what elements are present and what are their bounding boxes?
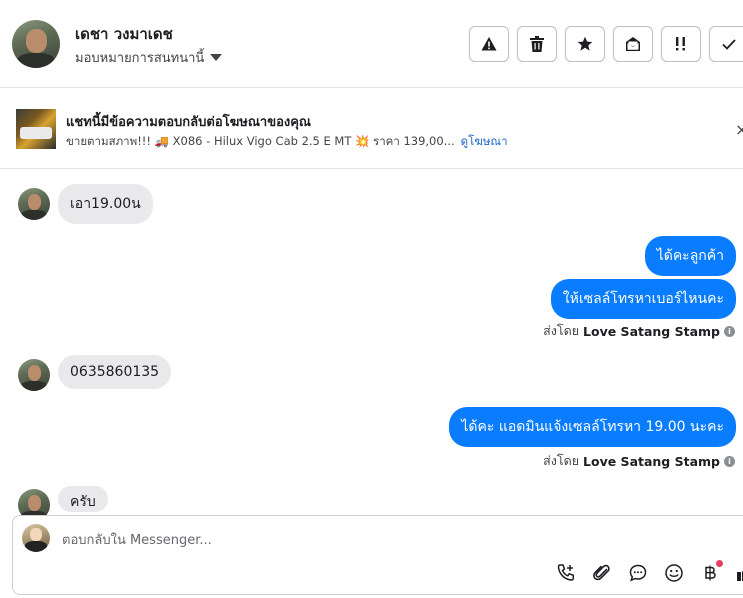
sender-name: Love Satang Stamp (583, 453, 720, 469)
contact-avatar[interactable] (12, 20, 60, 68)
incoming-message[interactable]: เอา19.00น (58, 184, 153, 224)
mail-open-icon (626, 37, 640, 51)
mark-unread-button[interactable] (613, 26, 653, 62)
paperclip-icon (593, 564, 610, 581)
phone-plus-icon (557, 564, 575, 581)
page-avatar (22, 524, 50, 552)
report-button[interactable] (469, 26, 509, 62)
incoming-message[interactable]: 0635860135 (58, 355, 172, 389)
chat-bubble-icon (629, 564, 647, 582)
payment-button[interactable] (698, 560, 723, 585)
ad-banner-title: แชทนี้มีข้อความตอบกลับต่อโฆษณาของคุณ (66, 115, 311, 130)
mark-done-button[interactable] (709, 26, 743, 62)
emoji-icon (665, 564, 683, 582)
sent-by-label: ส่งโดย Love Satang Stamp i (543, 451, 735, 471)
view-ad-link[interactable]: ดูโฆษณา (461, 134, 508, 148)
outgoing-message[interactable]: ได้คะลูกค้า (644, 236, 736, 276)
contact-avatar[interactable] (18, 359, 50, 391)
call-button[interactable] (554, 561, 578, 585)
ad-summary: ขายตามสภาพ!!! 🚚 X086 - Hilux Vigo Cab 2.… (66, 134, 455, 148)
star-button[interactable] (565, 26, 605, 62)
reply-input[interactable] (62, 530, 662, 550)
reply-composer (12, 515, 743, 595)
ad-summary-line: ขายตามสภาพ!!! 🚚 X086 - Hilux Vigo Cab 2.… (66, 133, 508, 151)
attach-button[interactable] (590, 561, 614, 585)
conversation-actions (469, 26, 743, 62)
incoming-message[interactable]: ครับ (58, 486, 108, 512)
trash-icon (530, 36, 544, 52)
notification-dot (716, 560, 723, 567)
priority-icon (676, 37, 685, 51)
priority-button[interactable] (661, 26, 701, 62)
saved-replies-button[interactable] (626, 561, 650, 585)
sender-name: Love Satang Stamp (583, 323, 720, 339)
thumbs-up-icon (737, 570, 743, 581)
like-button[interactable] (733, 561, 743, 585)
warning-icon (481, 37, 497, 51)
outgoing-message[interactable]: ได้คะ แอดมินแจ้งเซลล์โทรหา 19.00 นะคะ (449, 407, 736, 447)
caret-down-icon (210, 54, 223, 61)
sent-by-label: ส่งโดย Love Satang Stamp i (543, 321, 735, 341)
close-icon[interactable]: × (735, 120, 743, 139)
contact-avatar[interactable] (18, 188, 50, 220)
contact-name[interactable]: เดชา วงมาเดช (75, 22, 173, 46)
info-icon[interactable]: i (724, 455, 735, 467)
delete-button[interactable] (517, 26, 557, 62)
star-icon (577, 36, 593, 51)
assign-conversation-dropdown[interactable]: มอบหมายการสนทนานี้ (75, 47, 223, 68)
ad-thumbnail[interactable] (16, 109, 56, 149)
emoji-button[interactable] (662, 561, 686, 585)
assign-label: มอบหมายการสนทนานี้ (75, 51, 205, 66)
info-icon[interactable]: i (724, 325, 735, 337)
check-icon (722, 39, 736, 50)
conversation-header: เดชา วงมาเดช มอบหมายการสนทนานี้ (0, 0, 743, 88)
outgoing-message[interactable]: ให้เซลล์โทรหาเบอร์ไหนคะ (550, 279, 736, 319)
